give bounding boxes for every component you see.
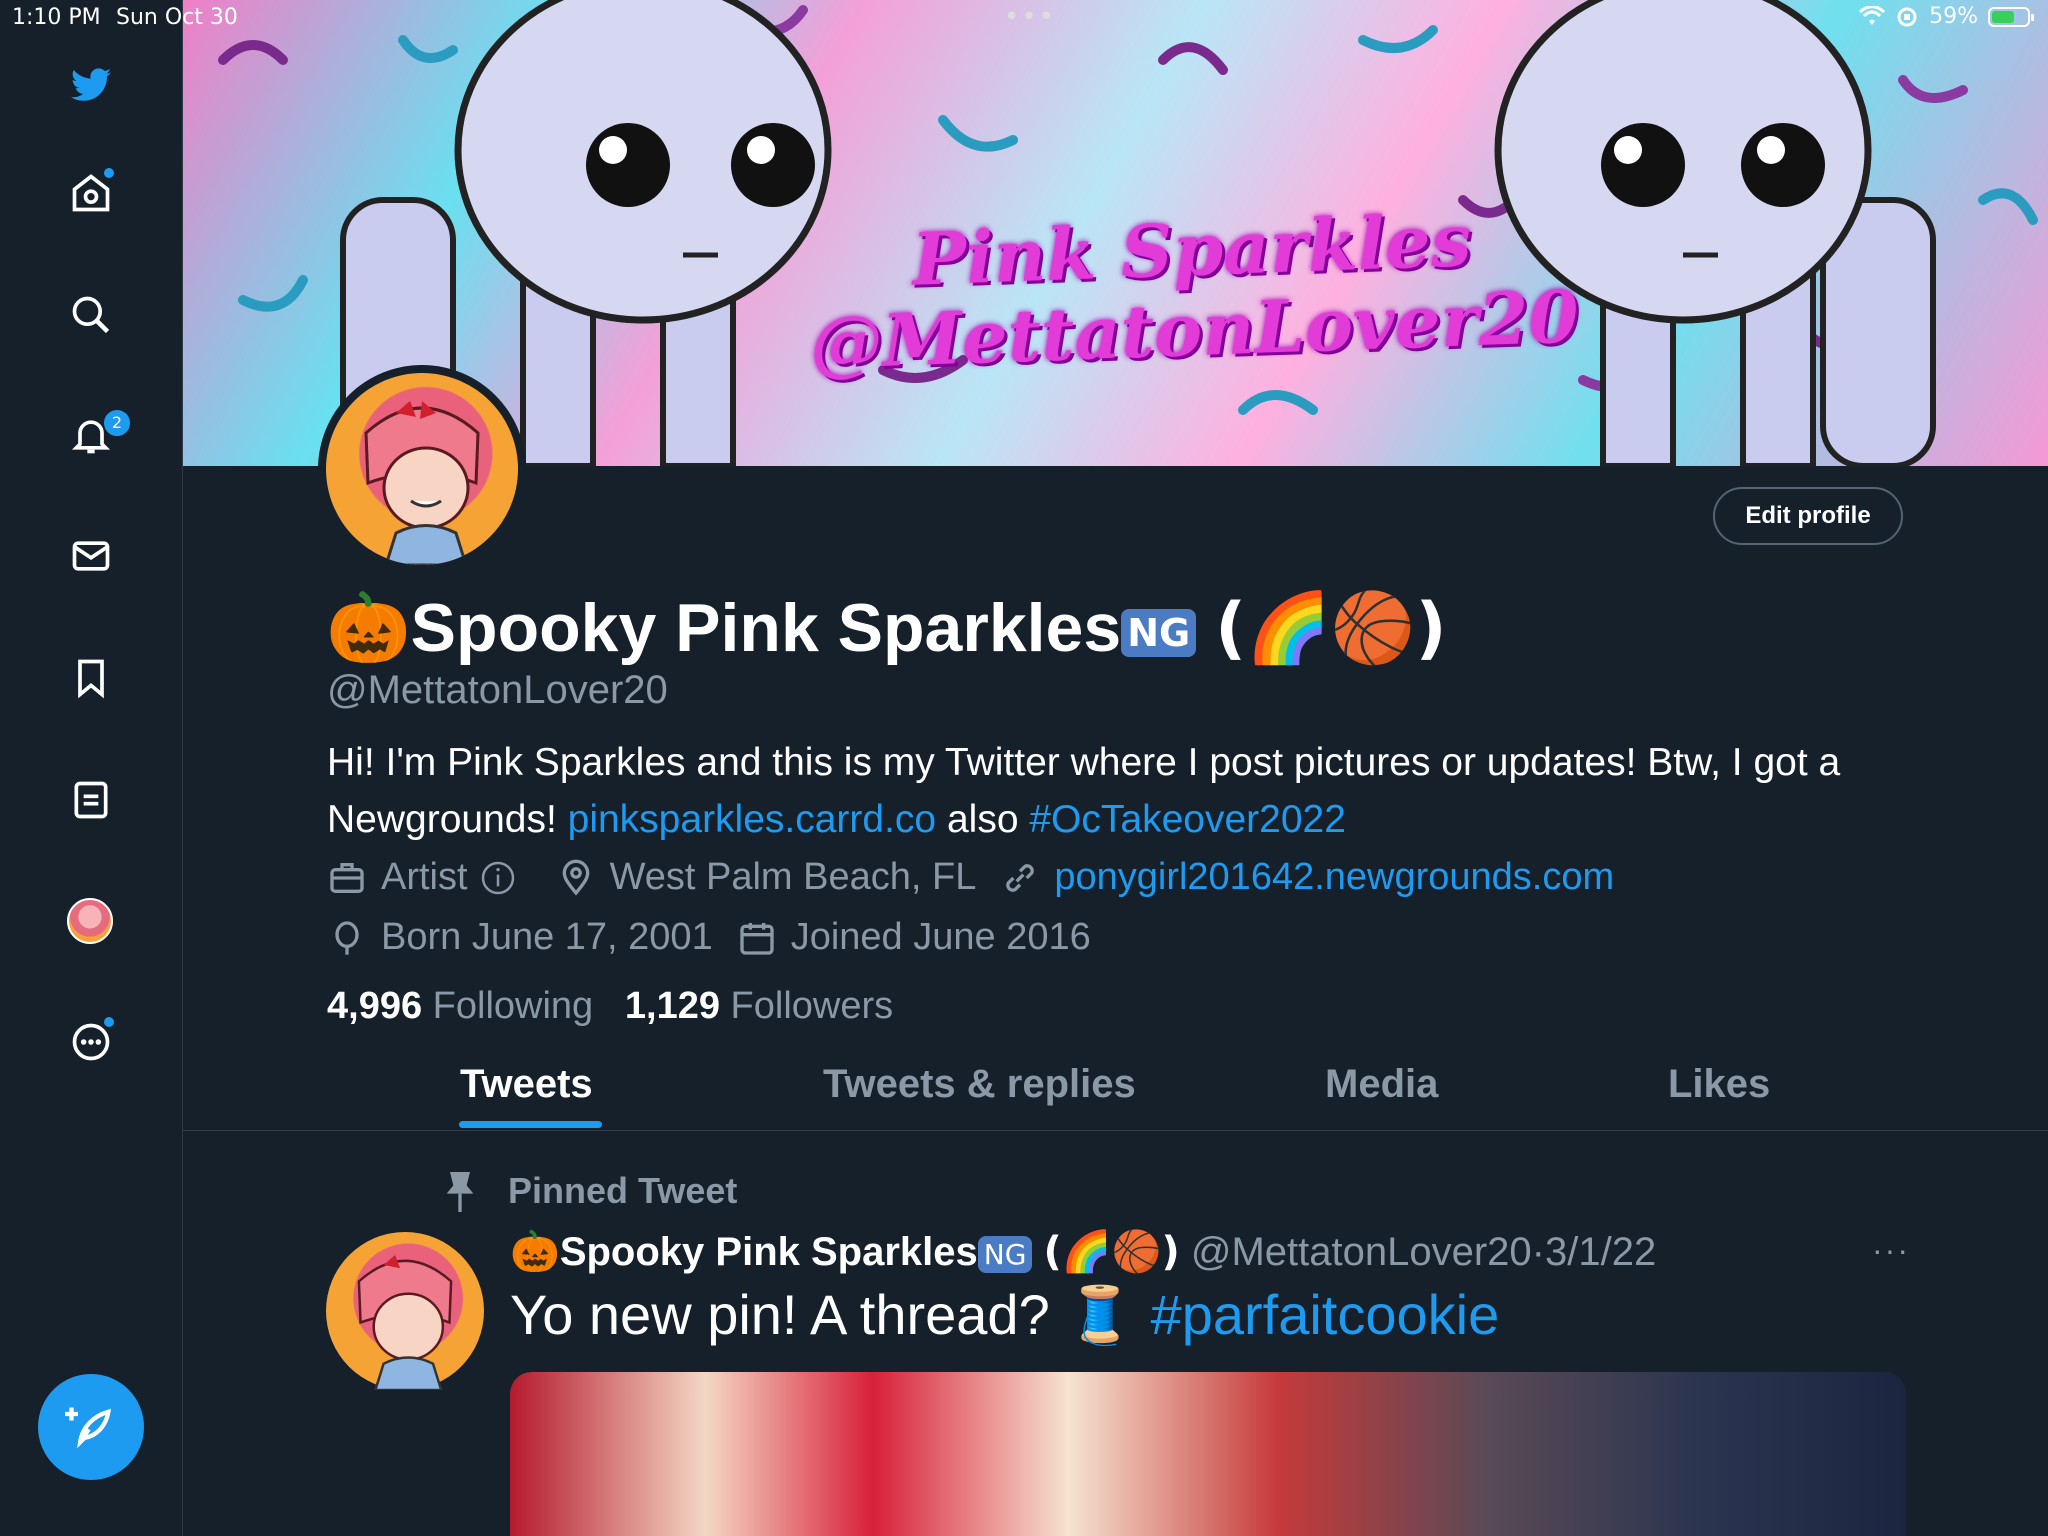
profile-display-name: 🎃Spooky Pink Sparkles NG (🌈🏀) (326, 588, 1447, 668)
pinned-tweet-label: Pinned Tweet (508, 1170, 738, 1211)
followers-link[interactable]: 1,129 Followers (625, 985, 893, 1027)
tweet-author-name[interactable]: Spooky Pink Sparkles (560, 1230, 978, 1274)
compose-icon (65, 1407, 112, 1449)
following-count: 4,996 (327, 985, 423, 1027)
sidebar-item-bookmarks[interactable] (66, 653, 116, 703)
banner-caption: Pink Sparkles @MettatonLover20 (740, 194, 1645, 385)
tweet-media-image[interactable] (510, 1372, 1906, 1536)
twitter-bird-icon[interactable] (66, 60, 116, 110)
profile-tabs: Tweets Tweets & replies Media Likes (183, 1052, 2048, 1131)
category-text: Artist (381, 856, 468, 898)
home-unread-dot (104, 168, 114, 178)
tab-likes[interactable]: Likes (1668, 1062, 1770, 1107)
tweet-avatar[interactable] (326, 1232, 484, 1392)
tab-media[interactable]: Media (1325, 1062, 1438, 1107)
wifi-icon (1859, 5, 1886, 25)
birthday-item: Born June 17, 2001 (327, 916, 713, 959)
tweet-name-suffix: (🌈🏀) (1043, 1229, 1180, 1275)
status-time: 1:10 PM (12, 5, 101, 30)
tweet-ng-badge: NG (977, 1235, 1033, 1273)
mail-icon (72, 541, 110, 571)
website-item: ponygirl201642.newgrounds.com (1000, 856, 1614, 899)
link-icon (1006, 863, 1035, 892)
status-bar: 1:10 PM Sun Oct 30 ••• 59% (0, 0, 2048, 36)
balloon-icon (335, 920, 359, 955)
battery-percent: 59% (1929, 4, 1978, 29)
calendar-icon (740, 922, 774, 955)
category-item: Artist (327, 856, 532, 899)
profile-bio: Hi! I'm Pink Sparkles and this is my Twi… (327, 734, 1887, 848)
location-item: West Palm Beach, FL (556, 856, 977, 899)
bookmark-icon (78, 659, 104, 699)
bio-link[interactable]: pinksparkles.carrd.co (568, 798, 936, 841)
tweet-text: Yo new pin! A thread? 🧵 #parfaitcookie (510, 1282, 1499, 1348)
active-tab-indicator (459, 1121, 602, 1128)
tab-tweets[interactable]: Tweets (460, 1062, 593, 1107)
tweet-more-button[interactable]: ··· (1872, 1232, 1910, 1269)
followers-count: 1,129 (624, 985, 720, 1027)
follow-counts: 4,996 Following 1,129 Followers (327, 985, 893, 1028)
tweet-body: Yo new pin! A thread? 🧵 (510, 1283, 1135, 1346)
followers-label: Followers (730, 985, 894, 1027)
ng-badge: NG (1121, 609, 1197, 658)
profile-handle: @MettatonLover20 (327, 668, 668, 712)
pin-icon (446, 1172, 474, 1212)
sidebar-item-more[interactable] (66, 1017, 116, 1067)
joined-text: Joined June 2016 (790, 916, 1091, 958)
tweet-header: 🎃Spooky Pink Sparkles NG (🌈🏀) @MettatonLo… (510, 1228, 1656, 1275)
tab-tweets-replies[interactable]: Tweets & replies (823, 1062, 1136, 1107)
following-label: Following (432, 985, 594, 1027)
notification-badge: 2 (102, 408, 132, 438)
more-unread-dot (104, 1017, 114, 1027)
sidebar-item-profile[interactable] (67, 898, 113, 944)
status-date: Sun Oct 30 (116, 5, 238, 30)
tweet-name-prefix: 🎃 (510, 1229, 560, 1275)
location-text: West Palm Beach, FL (609, 856, 977, 898)
compose-tweet-button[interactable] (38, 1374, 144, 1480)
tweet-hashtag[interactable]: #parfaitcookie (1151, 1283, 1500, 1346)
info-icon[interactable] (478, 858, 518, 898)
edit-profile-button[interactable]: Edit profile (1713, 487, 1903, 545)
profile-avatar[interactable] (318, 365, 526, 573)
tweet-separator: · (1531, 1230, 1545, 1274)
multitasking-dots-icon[interactable]: ••• (1004, 2, 1056, 32)
tweet-date[interactable]: 3/1/22 (1545, 1230, 1656, 1274)
profile-meta-row-1: Artist West Palm Beach, FL ponygirl20164… (327, 856, 1638, 899)
search-icon (72, 296, 110, 334)
bio-hashtag[interactable]: #OcTakeover2022 (1029, 798, 1346, 841)
sidebar-item-messages[interactable] (66, 531, 116, 581)
tweet-handle[interactable]: @MettatonLover20 (1191, 1230, 1532, 1274)
following-link[interactable]: 4,996 Following (327, 985, 593, 1027)
name-suffix: (🌈🏀) (1215, 589, 1447, 668)
battery-icon (1988, 6, 2034, 27)
sidebar-nav: 2 (0, 0, 183, 1536)
avatar-image (326, 373, 518, 565)
profile-meta-row-2: Born June 17, 2001 Joined June 2016 (327, 916, 1115, 959)
bio-also: also (946, 798, 1019, 841)
briefcase-icon (330, 862, 364, 893)
name-prefix-emoji: 🎃 (326, 589, 411, 668)
joined-item: Joined June 2016 (737, 916, 1091, 959)
orientation-lock-icon (1897, 7, 1917, 26)
sidebar-item-lists[interactable] (66, 775, 116, 825)
website-link[interactable]: ponygirl201642.newgrounds.com (1054, 856, 1614, 899)
location-pin-icon (562, 859, 589, 896)
name-text: Spooky Pink Sparkles (410, 590, 1122, 666)
birthday-text: Born June 17, 2001 (381, 916, 713, 958)
sidebar-item-search[interactable] (66, 290, 116, 340)
sidebar-item-home[interactable] (66, 168, 116, 218)
status-right: 59% (1859, 4, 2034, 29)
lists-icon (74, 781, 108, 819)
